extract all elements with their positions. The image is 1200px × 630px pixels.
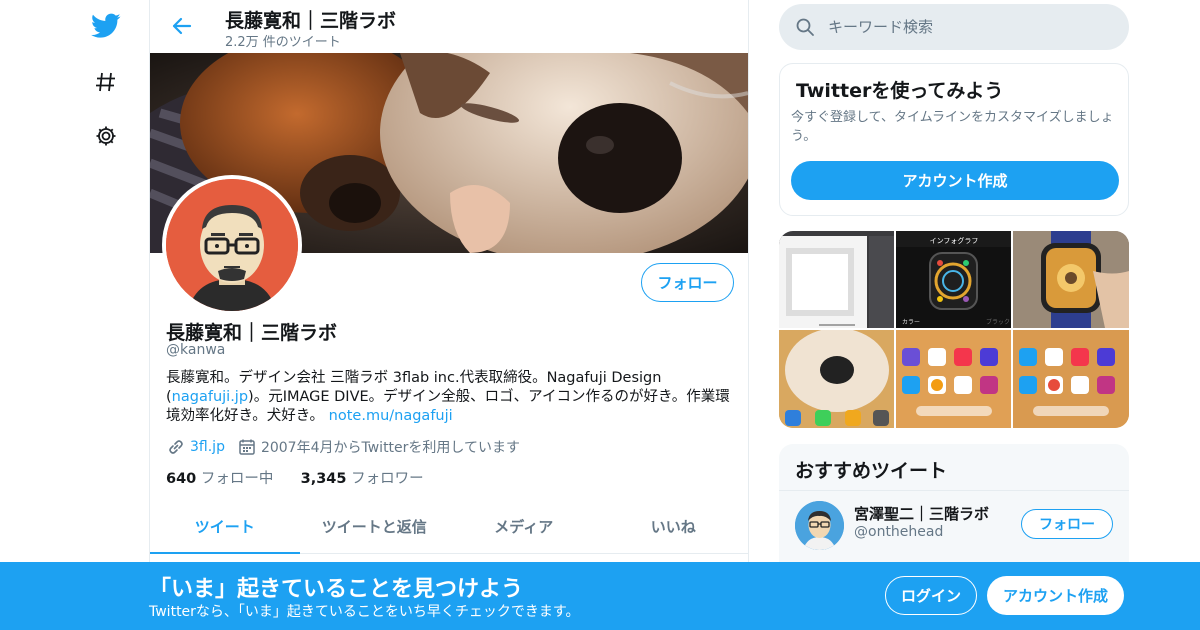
calendar-icon — [237, 437, 257, 457]
recommended-user-handle: @onthehead — [854, 524, 944, 540]
profile-avatar-frame — [162, 175, 302, 315]
profile-meta: 3fl.jp 2007年4月からTwitterを利用しています — [166, 437, 520, 457]
media-thumbnail[interactable] — [1013, 330, 1129, 428]
profile-bio: 長藤寛和。デザイン会社 三階ラボ 3flab inc.代表取締役。Nagafuj… — [166, 369, 731, 426]
follow-button[interactable]: フォロー — [641, 263, 734, 302]
bio-link-site[interactable]: nagafuji.jp — [172, 389, 248, 405]
joined-date: 2007年4月からTwitterを利用しています — [260, 440, 520, 456]
profile-header-bar: 長藤寛和｜三階ラボ 2.2万 件のツイート — [150, 0, 748, 53]
recommended-follow-button[interactable]: フォロー — [1021, 509, 1113, 539]
header-name: 長藤寛和｜三階ラボ — [225, 10, 397, 32]
tab-likes[interactable]: いいね — [599, 500, 749, 553]
media-thumbnail[interactable] — [779, 330, 894, 428]
media-thumbnail[interactable] — [896, 330, 1011, 428]
following-count: 640 — [166, 471, 197, 487]
media-thumbnail[interactable] — [1013, 231, 1129, 328]
tab-tweets-and-replies[interactable]: ツイートと返信 — [300, 500, 450, 553]
search-icon — [794, 16, 816, 38]
create-account-button[interactable]: アカウント作成 — [791, 161, 1119, 200]
followers-label: フォロワー — [351, 471, 424, 487]
login-button[interactable]: ログイン — [885, 576, 977, 615]
hashtag-icon[interactable] — [88, 64, 124, 100]
follow-counts: 640 フォロー中 3,345 フォロワー — [166, 467, 424, 488]
tweet-count: 2.2万 件のツイート — [225, 35, 341, 50]
media-thumbnail[interactable]: インフォグラフカラー ブラック — [896, 231, 1011, 328]
recommended-title: おすすめツイート — [795, 460, 948, 482]
screen-caption: カラー — [902, 319, 920, 326]
bio-link-note[interactable]: note.mu/nagafuji — [329, 408, 453, 424]
bottom-headline: 「いま」起きていることを見つけよう — [149, 577, 524, 602]
signup-button[interactable]: アカウント作成 — [987, 576, 1124, 615]
back-arrow-icon[interactable] — [168, 12, 196, 40]
screen-title: インフォグラフ — [930, 236, 979, 245]
avatar[interactable] — [166, 179, 298, 311]
profile-name: 長藤寛和｜三階ラボ — [166, 322, 338, 344]
search-input[interactable] — [828, 18, 1108, 36]
gear-icon[interactable] — [88, 118, 124, 154]
profile-tabs: ツイート ツイートと返信 メディア いいね — [150, 500, 748, 554]
followers-count: 3,345 — [300, 471, 347, 487]
followers-link[interactable]: 3,345 フォロワー — [301, 471, 424, 487]
left-nav — [82, 0, 130, 630]
avatar[interactable] — [795, 501, 844, 550]
following-label: フォロー中 — [200, 471, 274, 487]
media-thumbnail[interactable] — [779, 231, 894, 328]
bottom-subtext: Twitterなら、「いま」起きていることをいち早くチェックできます。 — [149, 604, 580, 620]
media-grid: インフォグラフカラー ブラック — [779, 231, 1129, 428]
link-icon — [166, 437, 186, 457]
tab-tweets[interactable]: ツイート — [150, 500, 300, 554]
recommended-user-name: 宮澤聖二｜三階ラボ — [854, 505, 990, 523]
twitter-bird-icon[interactable] — [88, 8, 124, 44]
promo-title: Twitterを使ってみよう — [796, 80, 1004, 102]
promo-description: 今すぐ登録して、タイムラインをカスタマイズしましょう。 — [791, 110, 1114, 144]
profile-column: 長藤寛和｜三階ラボ 2.2万 件のツイート フォロー 長藤寛和｜三階ラボ @ka… — [149, 0, 749, 630]
list-item[interactable]: 宮澤聖二｜三階ラボ @onthehead フォロー — [779, 490, 1129, 560]
signup-promo-card: Twitterを使ってみよう 今すぐ登録して、タイムラインをカスタマイズしましょ… — [779, 63, 1129, 216]
following-link[interactable]: 640 フォロー中 — [166, 471, 273, 487]
search-box — [779, 4, 1129, 50]
profile-handle: @kanwa — [166, 342, 226, 358]
profile-website-link[interactable]: 3fl.jp — [190, 439, 225, 455]
tab-media[interactable]: メディア — [449, 500, 599, 553]
screen-caption: ブラック — [986, 318, 1010, 326]
signup-bottom-bar: 「いま」起きていることを見つけよう Twitterなら、「いま」起きていることを… — [0, 562, 1200, 630]
